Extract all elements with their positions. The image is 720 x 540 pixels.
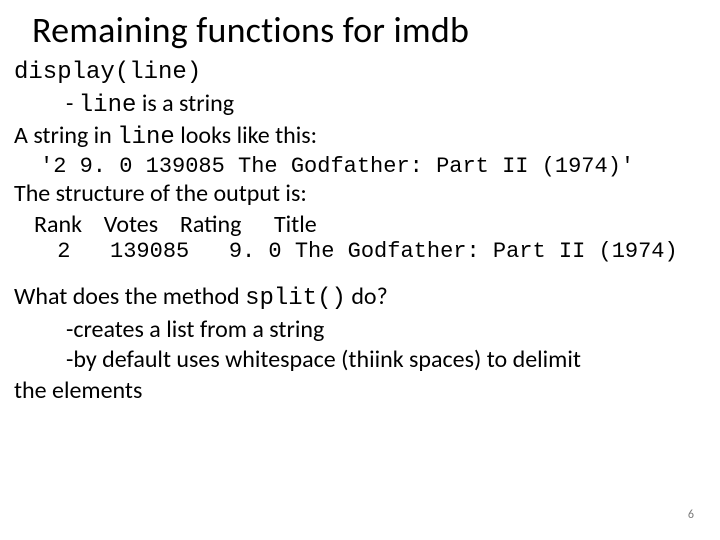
page-number: 6 (688, 508, 694, 522)
method-name: split() (245, 285, 346, 312)
param-desc-text: is a string (136, 89, 234, 118)
string-intro: A string in line looks like this: (14, 121, 706, 154)
slide-title: Remaining functions for imdb (32, 8, 706, 52)
question-prefix: What does the method (14, 282, 245, 311)
question-suffix: do? (346, 282, 388, 311)
param-desc: - line is a string (66, 89, 706, 122)
answer-2-line2: the elements (14, 376, 706, 407)
var-name: line (117, 124, 175, 151)
spacer (14, 264, 706, 282)
code-signature: display(line) (14, 58, 706, 89)
output-headers: Rank Votes Rating Title (34, 210, 706, 239)
answer-1: -creates a list from a string (66, 315, 706, 346)
slide: Remaining functions for imdb display(lin… (0, 0, 720, 540)
sample-string: '2 9. 0 139085 The Godfather: Part II (1… (40, 154, 706, 179)
output-row: 2 139085 9. 0 The Godfather: Part II (19… (44, 239, 706, 264)
string-intro-suffix: looks like this: (175, 121, 317, 150)
question: What does the method split() do? (14, 282, 706, 315)
param-name: line (79, 92, 137, 119)
output-intro: The structure of the output is: (14, 179, 706, 210)
string-intro-prefix: A string in (14, 121, 117, 150)
answer-2-line1: -by default uses whitespace (thiink spac… (66, 345, 706, 376)
bullet-dash: - (66, 89, 79, 118)
